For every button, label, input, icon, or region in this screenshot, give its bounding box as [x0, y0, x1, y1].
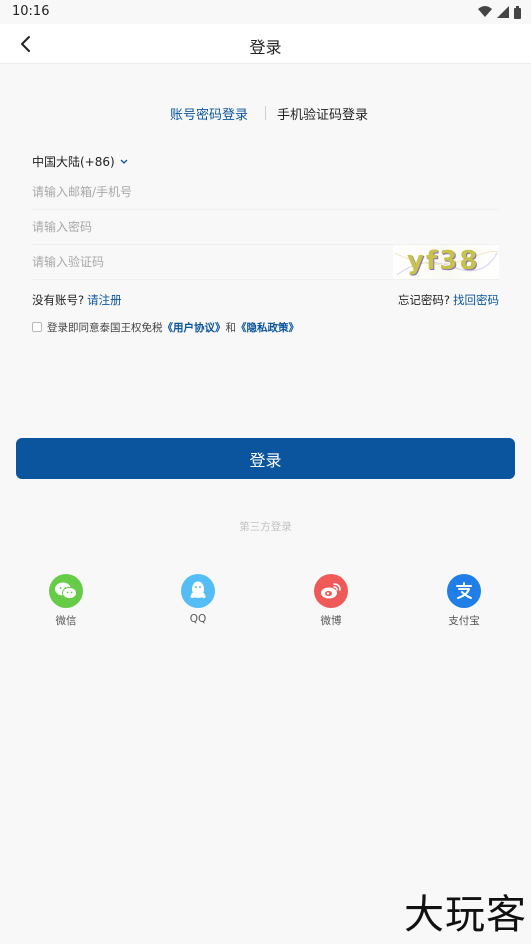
- email-row: [32, 175, 499, 210]
- wechat-login-button[interactable]: 微信: [36, 574, 96, 628]
- qq-icon: [181, 574, 215, 608]
- agreement-checkbox[interactable]: [32, 322, 42, 332]
- weibo-label: 微博: [320, 615, 342, 627]
- status-time: 10:16: [12, 4, 50, 19]
- user-agreement-link[interactable]: 《用户协议》: [163, 320, 226, 335]
- tab-account-login[interactable]: 账号密码登录: [170, 104, 248, 123]
- alipay-login-button[interactable]: 支付宝: [434, 574, 494, 628]
- agreement-and: 和: [225, 321, 237, 334]
- wechat-icon: [49, 574, 83, 608]
- no-account-text: 没有账号?: [32, 293, 85, 307]
- captcha-text: yf38: [407, 246, 480, 276]
- status-icons: [478, 5, 521, 19]
- password-row: [32, 210, 499, 245]
- weibo-login-button[interactable]: 微博: [301, 574, 361, 628]
- region-select[interactable]: 中国大陆(+86): [32, 153, 129, 170]
- login-button[interactable]: 登录: [16, 438, 515, 479]
- battery-icon: [514, 5, 521, 19]
- status-bar: 10:16: [0, 0, 531, 24]
- chevron-down-icon: [120, 159, 128, 164]
- password-input[interactable]: [32, 210, 499, 244]
- captcha-row: yf38: [32, 245, 499, 280]
- alipay-icon: [447, 574, 481, 608]
- wifi-icon: [478, 6, 492, 17]
- captcha-image[interactable]: yf38: [393, 245, 499, 279]
- region-label: 中国大陆(+86): [32, 155, 115, 169]
- watermark: 大玩客: [404, 892, 527, 938]
- login-tabs: 账号密码登录 手机验证码登录: [0, 104, 531, 124]
- qq-label: QQ: [189, 613, 207, 625]
- page-title: 登录: [249, 38, 282, 57]
- captcha-input[interactable]: [32, 245, 372, 279]
- agreement-prefix: 登录即同意泰国王权免税: [47, 321, 163, 334]
- register-link[interactable]: 请注册: [87, 293, 122, 307]
- weibo-icon: [314, 574, 348, 608]
- privacy-policy-link[interactable]: 《隐私政策》: [236, 320, 299, 335]
- tab-sms-login[interactable]: 手机验证码登录: [277, 104, 368, 123]
- nav-bar: 登录: [0, 24, 531, 64]
- signal-icon: [497, 6, 509, 18]
- agreement-row: 登录即同意泰国王权免税 《用户协议》 和 《隐私政策》: [32, 319, 299, 335]
- email-input[interactable]: [32, 175, 499, 209]
- no-account-wrap: 没有账号? 请注册: [32, 292, 122, 308]
- tab-divider: [265, 106, 266, 120]
- third-party-title: 第三方登录: [239, 521, 292, 533]
- forgot-wrap: 忘记密码? 找回密码: [398, 292, 499, 308]
- wechat-label: 微信: [55, 615, 77, 627]
- forgot-text: 忘记密码?: [397, 293, 450, 307]
- alipay-label: 支付宝: [448, 615, 480, 627]
- qq-login-button[interactable]: QQ: [168, 574, 228, 625]
- account-links: 没有账号? 请注册 忘记密码? 找回密码: [32, 292, 499, 308]
- recover-password-link[interactable]: 找回密码: [453, 293, 499, 307]
